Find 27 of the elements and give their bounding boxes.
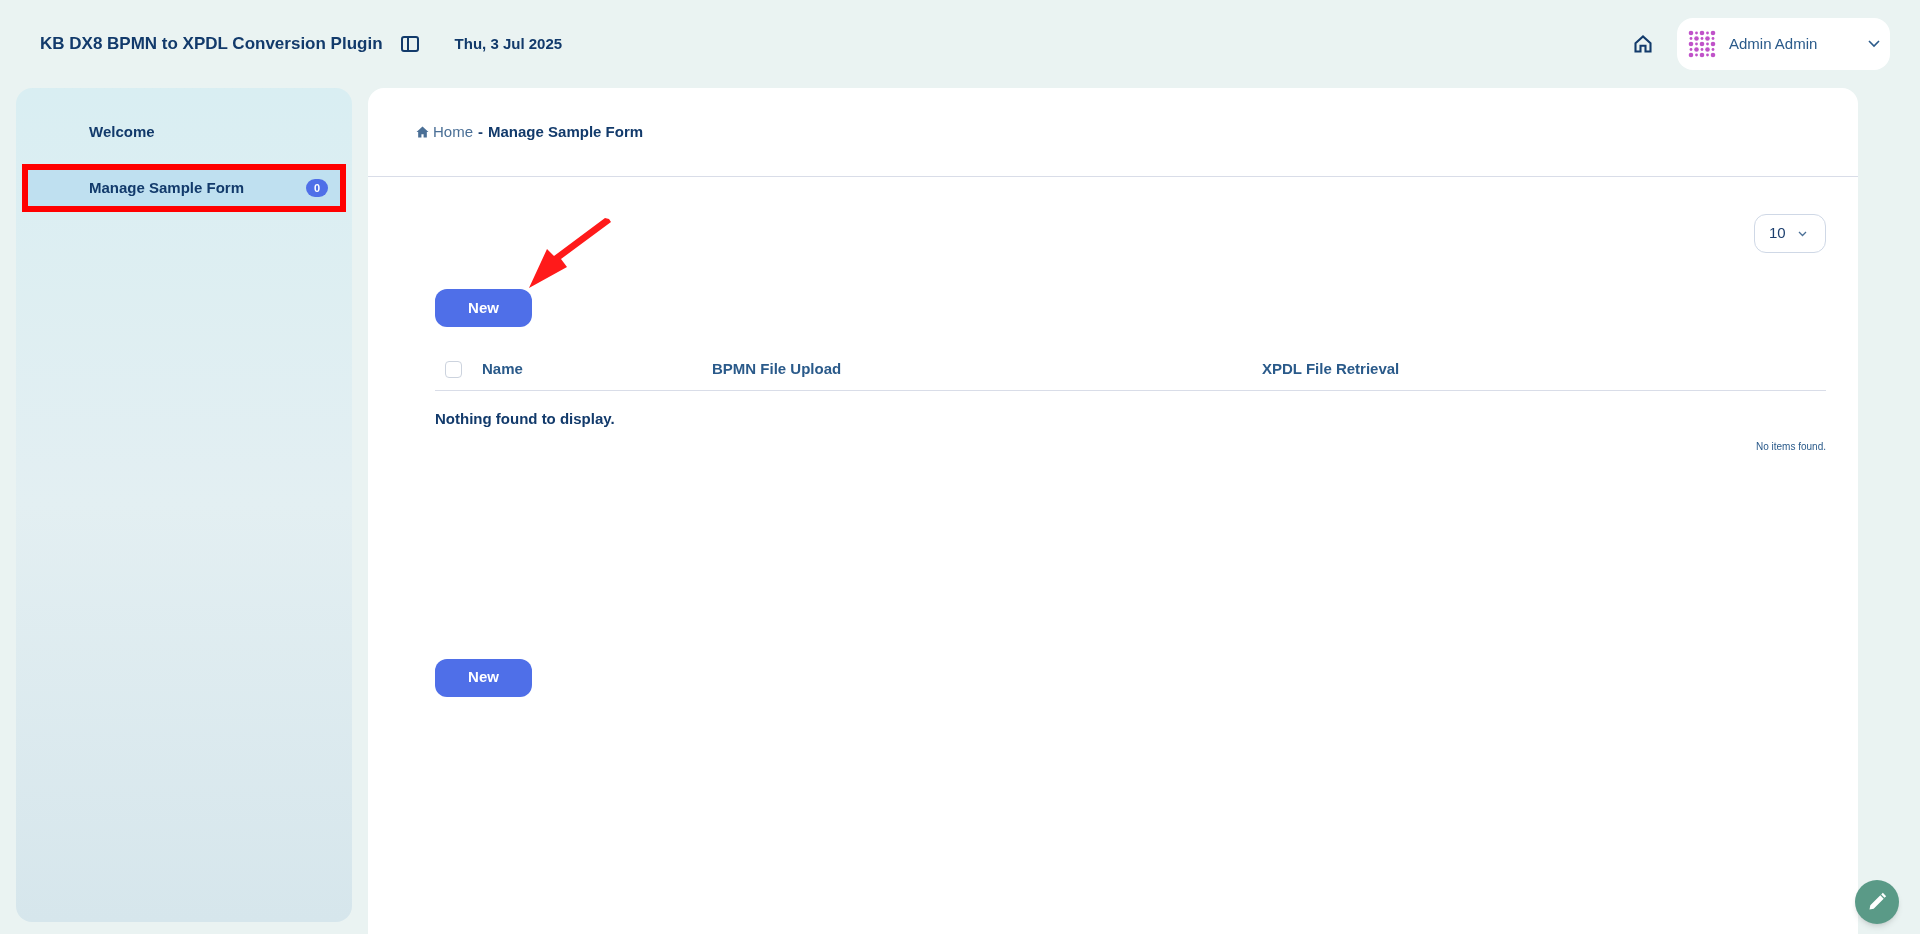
- page-size-select[interactable]: 10: [1754, 214, 1826, 253]
- column-header: BPMN File Upload: [712, 359, 843, 380]
- items-count-text: No items found.: [1755, 439, 1826, 454]
- empty-message: Nothing found to display.: [435, 409, 616, 429]
- avatar-pattern-icon: [1687, 29, 1717, 59]
- chevron-down-icon: [1868, 40, 1880, 48]
- home-icon[interactable]: [1633, 34, 1653, 54]
- column-header: Name: [482, 359, 524, 380]
- sidebar-item[interactable]: Welcome: [22, 108, 346, 156]
- count-badge: 0: [305, 178, 328, 198]
- date-text: Thu, 3 Jul 2025: [454, 33, 563, 54]
- new-button[interactable]: New: [435, 289, 532, 327]
- sidebar-item[interactable]: Manage Sample Form 0: [22, 164, 346, 212]
- breadcrumb-home-link[interactable]: Home: [416, 120, 473, 144]
- user-menu[interactable]: Admin Admin: [1677, 18, 1890, 70]
- edit-button[interactable]: [1855, 880, 1899, 924]
- sidebar-toggle-icon[interactable]: [400, 36, 419, 52]
- new-button[interactable]: New: [435, 658, 532, 697]
- select-all-checkbox[interactable]: [445, 361, 462, 378]
- breadcrumb-separator: -: [478, 121, 483, 142]
- user-name: Admin Admin: [1729, 33, 1818, 54]
- home-icon: [416, 126, 429, 138]
- app-title: KB DX8 BPMN to XPDL Conversion Plugin: [40, 33, 383, 56]
- pencil-icon: [1867, 892, 1887, 912]
- breadcrumb-current: Manage Sample Form: [488, 121, 644, 142]
- chevron-down-icon: [1797, 230, 1807, 237]
- column-header: XPDL File Retrieval: [1262, 359, 1400, 380]
